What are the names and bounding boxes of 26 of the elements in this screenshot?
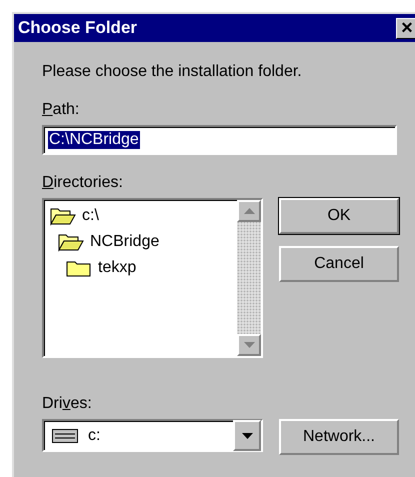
drives-label: Drives: <box>42 394 93 414</box>
directory-item[interactable]: NCBridge <box>50 230 237 254</box>
scroll-up-button[interactable] <box>237 200 261 222</box>
window-title: Choose Folder <box>18 18 138 38</box>
directory-item[interactable]: tekxp <box>50 256 237 280</box>
caret-icon <box>242 432 252 438</box>
network-button[interactable]: Network... <box>279 419 399 455</box>
path-field[interactable]: C:\NCBridge <box>42 125 397 155</box>
dropdown-button[interactable] <box>233 420 261 451</box>
path-value: C:\NCBridge <box>48 131 140 149</box>
down-arrow-icon <box>244 342 254 348</box>
close-button[interactable]: × <box>396 18 415 38</box>
directory-list[interactable]: c:\ NCBridge tekxp <box>42 198 263 358</box>
open-folder-icon <box>50 206 76 226</box>
drives-dropdown[interactable]: c: <box>42 419 263 452</box>
scroll-down-button[interactable] <box>237 334 261 356</box>
drive-icon <box>52 428 78 442</box>
path-label: Path: <box>42 100 80 120</box>
directories-label: Directories: <box>42 173 124 193</box>
dialog-button[interactable]: Cancel <box>279 246 399 282</box>
scrollbar[interactable] <box>237 200 261 356</box>
up-arrow-icon <box>244 208 254 214</box>
open-folder-icon <box>58 232 84 252</box>
prompt-text: Please choose the installation folder. <box>42 62 303 82</box>
dialog-button[interactable]: OK <box>279 198 399 234</box>
directory-item[interactable]: c:\ <box>50 204 237 228</box>
